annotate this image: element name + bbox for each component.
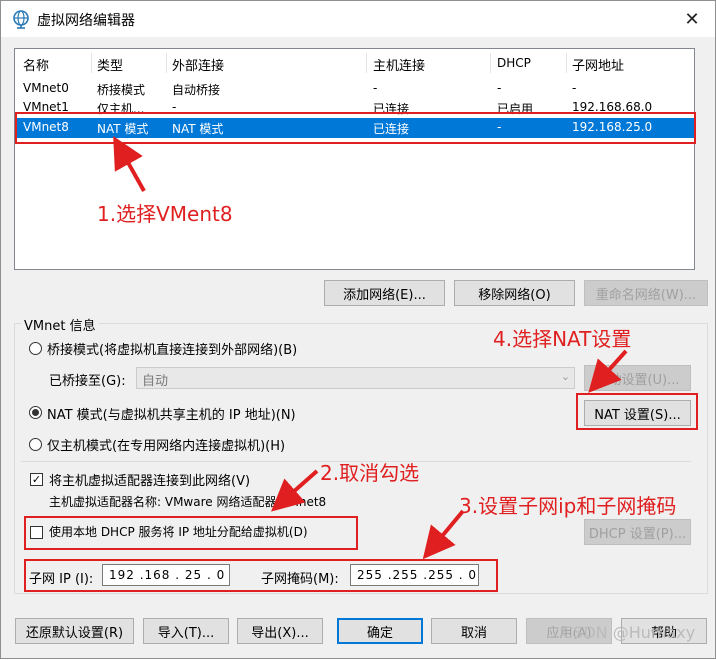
cell-subnet: -: [572, 81, 577, 95]
window-title: 虚拟网络编辑器: [37, 13, 135, 29]
network-list[interactable]: 名称 类型 外部连接 主机连接 DHCP 子网地址 VMnet0 桥接模式 自动…: [14, 48, 695, 270]
annotation-box-subnet: [24, 559, 498, 592]
cell-external: 自动桥接: [172, 83, 221, 97]
col-header-type[interactable]: 类型: [97, 55, 123, 74]
connect-adapter-checkbox[interactable]: ✓: [30, 473, 43, 486]
network-globe-icon: [13, 10, 29, 29]
bridged-to-value: 自动: [142, 374, 169, 389]
dhcp-settings-button[interactable]: DHCP 设置(P)...: [584, 519, 691, 545]
bridge-mode-label[interactable]: 桥接模式(将虚拟机直接连接到外部网络)(B): [47, 339, 297, 358]
rename-network-button[interactable]: 重命名网络(W)...: [584, 280, 708, 306]
close-button[interactable]: ✕: [669, 1, 715, 37]
hostonly-mode-radio[interactable]: [29, 438, 42, 451]
watermark-text: CSDN @Humaxy: [562, 623, 696, 642]
nat-mode-radio[interactable]: [29, 406, 42, 419]
cancel-button[interactable]: 取消: [431, 618, 517, 644]
annotation-step3: 3.设置子网ip和子网掩码: [459, 494, 677, 518]
col-header-host[interactable]: 主机连接: [373, 55, 425, 74]
list-header: 名称 类型 外部连接 主机连接 DHCP 子网地址: [15, 49, 694, 75]
bridged-to-select[interactable]: 自动 ⌄: [136, 367, 575, 389]
ok-button[interactable]: 确定: [337, 618, 423, 644]
adapter-name-text: 主机虚拟适配器名称: VMware 网络适配器 VMnet8: [49, 495, 327, 509]
virtual-network-editor-window: 虚拟网络编辑器 ✕ 名称 类型 外部连接 主机连接 DHCP 子网地址 VMne…: [0, 0, 716, 659]
table-row[interactable]: VMnet0 桥接模式 自动桥接 - - -: [17, 79, 694, 99]
bridged-to-label: 已桥接至(G):: [49, 374, 126, 389]
cell-name: VMnet0: [23, 81, 69, 95]
col-header-dhcp[interactable]: DHCP: [497, 56, 531, 70]
connect-adapter-label[interactable]: 将主机虚拟适配器连接到此网络(V): [49, 470, 250, 489]
add-network-button[interactable]: 添加网络(E)...: [324, 280, 445, 306]
export-button[interactable]: 导出(X)...: [237, 618, 323, 644]
annotation-box-nat-settings: [576, 393, 698, 430]
hostonly-mode-label[interactable]: 仅主机模式(在专用网络内连接虚拟机)(H): [47, 435, 285, 454]
cell-dhcp: -: [497, 81, 502, 95]
vmnet-info-label: VMnet 信息: [21, 315, 99, 334]
auto-settings-button[interactable]: 自动设置(U)...: [584, 365, 691, 391]
bridge-mode-radio[interactable]: [29, 342, 42, 355]
title-bar: 虚拟网络编辑器 ✕: [1, 1, 715, 37]
annotation-step4: 4.选择NAT设置: [493, 327, 632, 351]
import-button[interactable]: 导入(T)...: [143, 618, 229, 644]
close-icon: ✕: [684, 8, 700, 30]
cell-host: -: [373, 81, 378, 95]
annotation-box-vmnet8: [15, 112, 696, 144]
col-header-name[interactable]: 名称: [23, 55, 49, 74]
remove-network-button[interactable]: 移除网络(O): [454, 280, 575, 306]
restore-defaults-button[interactable]: 还原默认设置(R): [15, 618, 134, 644]
cell-type: 桥接模式: [97, 83, 146, 97]
chevron-down-icon: ⌄: [560, 370, 570, 383]
annotation-box-dhcp: [24, 516, 358, 550]
annotation-step2: 2.取消勾选: [320, 461, 420, 485]
annotation-step1: 1.选择VMent8: [97, 202, 233, 226]
col-header-external[interactable]: 外部连接: [172, 55, 224, 74]
nat-mode-label[interactable]: NAT 模式(与虚拟机共享主机的 IP 地址)(N): [47, 404, 296, 423]
col-header-subnet[interactable]: 子网地址: [572, 55, 624, 74]
